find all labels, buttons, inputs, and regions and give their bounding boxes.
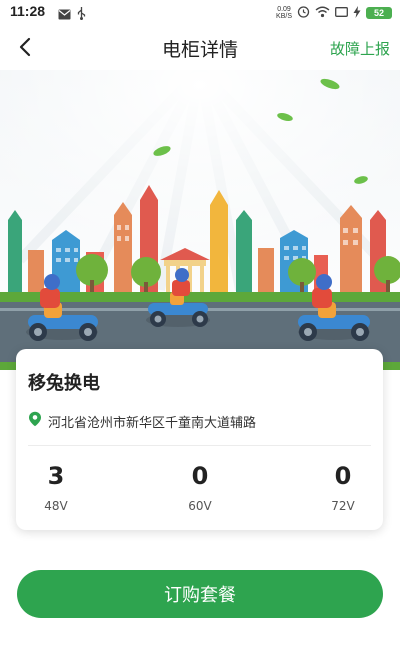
- battery-count: 0: [334, 462, 352, 490]
- divider: [28, 445, 371, 446]
- voltage-label: 72V: [331, 499, 355, 513]
- station-card: 移兔换电 河北省沧州市新华区千童南大道辅路 3 48V 0 60V 0 72V: [16, 349, 383, 530]
- location-pin-icon: [28, 411, 42, 431]
- status-left-icons: [58, 5, 86, 24]
- voltage-label: 60V: [188, 499, 212, 513]
- station-address: 河北省沧州市新华区千童南大道辅路: [48, 415, 257, 431]
- battery-count: 0: [191, 462, 209, 490]
- address-row: 河北省沧州市新华区千童南大道辅路: [28, 411, 256, 431]
- nav-bar: 电柜详情 故障上报: [0, 24, 400, 70]
- battery-stat-60v: 0 60V: [160, 461, 240, 513]
- battery-stat-72v: 0 72V: [303, 461, 383, 513]
- usb-icon: [77, 5, 86, 24]
- city-scooter-illustration: [0, 70, 400, 370]
- status-bar: 11:28 0.09 KB/S 52: [0, 0, 400, 24]
- station-name: 移兔换电: [28, 373, 100, 394]
- battery-indicator: 52: [366, 6, 392, 19]
- status-right: 0.09 KB/S 52: [276, 3, 392, 22]
- banner-illustration: [0, 70, 400, 370]
- wifi-icon: [315, 3, 330, 22]
- order-package-button[interactable]: 订购套餐: [17, 570, 383, 618]
- alarm-icon: [297, 3, 310, 22]
- charging-icon: [353, 3, 361, 22]
- status-time: 11:28: [10, 3, 46, 19]
- net-speed-value: 0.09: [277, 5, 291, 13]
- net-speed: 0.09 KB/S: [276, 6, 292, 20]
- report-fault-link[interactable]: 故障上报: [330, 38, 390, 59]
- screen-icon: [335, 3, 348, 22]
- battery-count: 3: [47, 462, 65, 490]
- voltage-label: 48V: [44, 499, 68, 513]
- net-speed-unit: KB/S: [276, 12, 292, 20]
- gmail-icon: [58, 5, 71, 24]
- battery-stat-48v: 3 48V: [16, 461, 96, 513]
